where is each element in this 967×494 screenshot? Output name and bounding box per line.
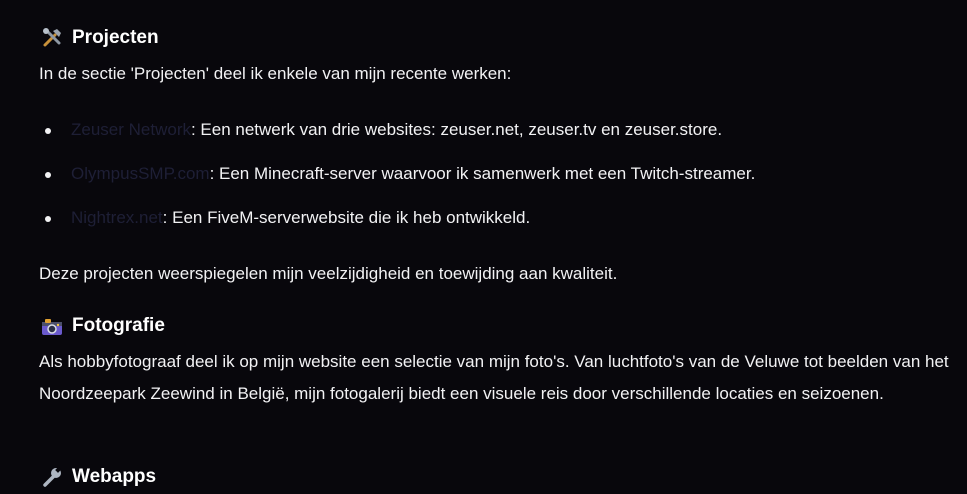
nightrex-link[interactable]: Nightrex.net (71, 208, 163, 227)
projects-heading: Projecten (41, 25, 159, 51)
list-item: OlympusSMP.com: Een Minecraft-server waa… (39, 162, 954, 206)
bullet (45, 128, 51, 134)
webapps-title: Webapps (72, 466, 157, 487)
bullet (45, 172, 51, 178)
photography-title: Fotografie (72, 315, 165, 336)
olympussmp-link[interactable]: OlympusSMP.com (71, 164, 210, 183)
projects-title: Projecten (72, 27, 159, 48)
projects-intro: In de sectie 'Projecten' deel ik enkele … (39, 64, 512, 83)
photography-body: Als hobbyfotograaf deel ik op mijn websi… (39, 352, 949, 403)
photography-heading: Fotografie (41, 313, 165, 339)
camera-icon (41, 315, 63, 337)
list-item-text: : Een FiveM-serverwebsite die ik heb ont… (162, 208, 531, 227)
tools-icon (41, 27, 63, 49)
list-item-text: : Een Minecraft-server waarvoor ik samen… (209, 164, 756, 183)
list-item: Nightrex.net: Een FiveM-serverwebsite di… (39, 206, 954, 250)
projects-outro: Deze projecten weerspiegelen mijn veelzi… (39, 264, 618, 283)
zeuser-network-link[interactable]: Zeuser Network (71, 120, 191, 139)
list-item: Zeuser Network: Een netwerk van drie web… (39, 118, 954, 162)
wrench-icon (41, 466, 63, 488)
webapps-heading: Webapps (41, 464, 156, 490)
list-item-text: : Een netwerk van drie websites: zeuser.… (190, 120, 723, 139)
bullet (45, 216, 51, 222)
projects-list: Zeuser Network: Een netwerk van drie web… (39, 118, 954, 250)
